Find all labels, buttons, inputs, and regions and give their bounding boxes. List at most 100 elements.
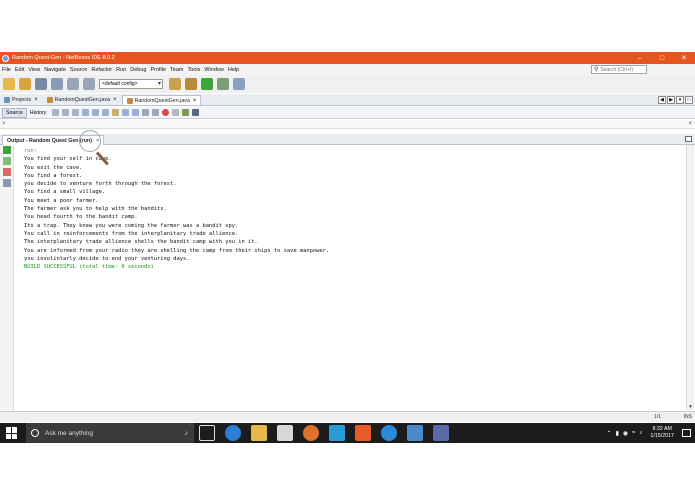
tab-file-1[interactable]: RandomQuestGen.java × bbox=[43, 95, 121, 105]
console-line: You find a small village. bbox=[24, 189, 106, 196]
windows-start-icon[interactable] bbox=[6, 427, 18, 439]
output-header: Output - Random Quest Gen (run) × bbox=[0, 134, 695, 145]
console-line: The farmer ask you to help with the band… bbox=[24, 206, 167, 213]
menu-navigate[interactable]: Navigate bbox=[44, 67, 66, 73]
edge-icon[interactable] bbox=[225, 425, 241, 441]
ide-search-placeholder: Search (Ctrl+I) bbox=[600, 66, 634, 73]
netbeans-task-icon[interactable] bbox=[407, 425, 423, 441]
close-icon[interactable]: × bbox=[113, 97, 117, 103]
menu-refactor[interactable]: Refactor bbox=[91, 67, 112, 73]
tab-prev-icon[interactable]: ◀ bbox=[658, 96, 666, 104]
app-icon[interactable] bbox=[355, 425, 371, 441]
source-tab[interactable]: Source bbox=[2, 107, 27, 118]
netbeans-app-icon bbox=[2, 54, 9, 62]
menu-window[interactable]: Window bbox=[204, 67, 224, 73]
build-hammer-icon[interactable] bbox=[169, 78, 181, 90]
caret-position: 1/1 bbox=[654, 414, 661, 420]
cortana-search[interactable]: Ask me anything ♪ bbox=[26, 423, 194, 443]
back-icon[interactable] bbox=[62, 109, 70, 116]
run-icon[interactable] bbox=[201, 78, 213, 90]
tab-list-icon[interactable]: ▾ bbox=[676, 96, 684, 104]
config-select[interactable]: <default config> ▾ bbox=[99, 79, 163, 89]
uncomment-icon[interactable] bbox=[152, 109, 160, 116]
history-tab[interactable]: History bbox=[27, 108, 49, 118]
battery-icon[interactable]: ▮ bbox=[616, 430, 619, 437]
app-icon[interactable] bbox=[329, 425, 345, 441]
menu-source[interactable]: Source bbox=[70, 67, 87, 73]
save-all-icon[interactable] bbox=[51, 78, 63, 90]
toggle-highlight-icon[interactable] bbox=[112, 109, 120, 116]
close-icon[interactable]: × bbox=[688, 120, 692, 129]
redo-icon[interactable] bbox=[83, 78, 95, 90]
close-icon[interactable]: × bbox=[34, 97, 38, 103]
tab-projects[interactable]: Projects × bbox=[0, 95, 42, 105]
store-icon[interactable] bbox=[277, 425, 293, 441]
wifi-icon[interactable]: ≈ bbox=[632, 430, 635, 436]
menu-edit[interactable]: Edit bbox=[15, 67, 24, 73]
cortana-placeholder: Ask me anything bbox=[45, 429, 94, 437]
stop-icon[interactable] bbox=[3, 168, 11, 176]
ide-search-box[interactable]: ⚲ Search (Ctrl+I) bbox=[591, 65, 647, 74]
console-line: The interplanitary trade allience shells… bbox=[24, 239, 258, 246]
task-view-icon[interactable] bbox=[199, 425, 215, 441]
debug-icon[interactable] bbox=[217, 78, 229, 90]
diff-icon[interactable] bbox=[182, 109, 190, 116]
tab-restore-icon[interactable]: □ bbox=[685, 96, 693, 104]
save-icon[interactable] bbox=[192, 109, 200, 116]
menu-debug[interactable]: Debug bbox=[130, 67, 146, 73]
profile-icon[interactable] bbox=[233, 78, 245, 90]
app-icon[interactable] bbox=[433, 425, 449, 441]
taskbar: Ask me anything ♪ ⌃ ▮ ◉ ≈ ♪ 8:32 AM 1/15… bbox=[0, 423, 695, 443]
output-console[interactable]: run: You find your self in cave. You exi… bbox=[15, 145, 685, 410]
minimize-panel-icon[interactable] bbox=[685, 136, 692, 142]
tab-projects-label: Projects bbox=[12, 97, 32, 103]
find-next-icon[interactable] bbox=[102, 109, 110, 116]
menu-file[interactable]: File bbox=[2, 67, 11, 73]
scroll-down-icon[interactable]: ▼ bbox=[688, 404, 693, 410]
breadcrumb-arrow[interactable]: > bbox=[2, 121, 6, 127]
find-icon[interactable] bbox=[82, 109, 90, 116]
menu-help[interactable]: Help bbox=[228, 67, 239, 73]
volume-icon[interactable]: ♪ bbox=[639, 430, 642, 436]
stop-macro-icon[interactable] bbox=[172, 109, 180, 116]
undo-icon[interactable] bbox=[67, 78, 79, 90]
output-scrollbar[interactable]: ▼ bbox=[686, 145, 694, 410]
file-explorer-icon[interactable] bbox=[251, 425, 267, 441]
network-icon[interactable]: ◉ bbox=[623, 430, 628, 437]
chevron-up-icon[interactable]: ⌃ bbox=[607, 430, 612, 437]
shift-right-icon[interactable] bbox=[132, 109, 140, 116]
new-file-icon[interactable] bbox=[3, 78, 15, 90]
menu-team[interactable]: Team bbox=[170, 67, 183, 73]
java-file-icon bbox=[46, 97, 53, 103]
start-macro-icon[interactable] bbox=[162, 109, 170, 116]
menu-view[interactable]: View bbox=[28, 67, 40, 73]
comment-icon[interactable] bbox=[142, 109, 150, 116]
maximize-button[interactable]: □ bbox=[651, 55, 673, 62]
menu-tools[interactable]: Tools bbox=[188, 67, 201, 73]
clean-build-icon[interactable] bbox=[185, 78, 197, 90]
chrome-icon[interactable] bbox=[303, 425, 319, 441]
forward-icon[interactable] bbox=[72, 109, 80, 116]
menu-run[interactable]: Run bbox=[116, 67, 126, 73]
microphone-icon[interactable]: ♪ bbox=[185, 430, 189, 437]
settings-icon[interactable] bbox=[3, 179, 11, 187]
rerun-with-params-icon[interactable] bbox=[3, 157, 11, 165]
app-icon[interactable] bbox=[381, 425, 397, 441]
notification-icon[interactable] bbox=[682, 429, 691, 437]
menu-profile[interactable]: Profile bbox=[150, 67, 166, 73]
system-tray: ⌃ ▮ ◉ ≈ ♪ 8:32 AM 1/15/2017 bbox=[607, 423, 691, 443]
close-button[interactable]: ✕ bbox=[673, 54, 695, 62]
minimize-button[interactable]: – bbox=[629, 55, 651, 62]
system-clock[interactable]: 8:32 AM 1/15/2017 bbox=[650, 426, 674, 440]
tab-next-icon[interactable]: ▶ bbox=[667, 96, 675, 104]
find-previous-icon[interactable] bbox=[92, 109, 100, 116]
rerun-icon[interactable] bbox=[3, 146, 11, 154]
last-edit-icon[interactable] bbox=[52, 109, 60, 116]
tab-file-2[interactable]: RandomQuestGen.java × bbox=[121, 95, 202, 105]
close-icon[interactable]: × bbox=[193, 98, 197, 104]
config-select-value: <default config> bbox=[102, 81, 138, 87]
new-project-icon[interactable] bbox=[19, 78, 31, 90]
console-line: you decide to venture forth through the … bbox=[24, 181, 177, 188]
shift-left-icon[interactable] bbox=[122, 109, 130, 116]
open-project-icon[interactable] bbox=[35, 78, 47, 90]
